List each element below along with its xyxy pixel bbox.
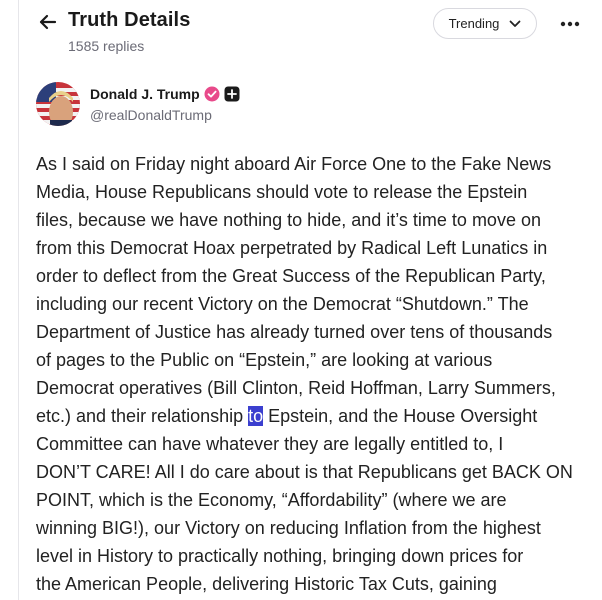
author-handle[interactable]: @realDonaldTrump <box>90 107 212 123</box>
page-header: Truth Details 1585 replies Trending <box>0 0 602 66</box>
post-line: POINT, which is the Economy, “Affordabil… <box>36 490 507 510</box>
post-line: DON’T CARE! All I do care about is that … <box>36 462 573 482</box>
more-horizontal-icon <box>560 21 580 27</box>
verified-badge-icon <box>204 86 220 102</box>
back-button[interactable] <box>36 10 60 34</box>
sort-dropdown[interactable]: Trending <box>433 8 537 39</box>
post-line: including our recent Victory on the Demo… <box>36 294 529 314</box>
chevron-down-icon <box>510 20 521 27</box>
avatar[interactable] <box>36 82 80 126</box>
more-options-button[interactable] <box>556 12 584 36</box>
sort-label: Trending <box>448 16 500 31</box>
plus-square-icon <box>224 86 240 102</box>
post-line: level in History to practically nothing,… <box>36 546 524 566</box>
post-line: from this Democrat Hoax perpetrated by R… <box>36 238 548 258</box>
post-line: Committee can have whatever they are leg… <box>36 434 504 454</box>
post-line: files, because we have nothing to hide, … <box>36 210 541 230</box>
post-line: of pages to the Public on “Epstein,” are… <box>36 350 493 370</box>
post-line-with-selection: etc.) and their relationship to Epstein,… <box>36 402 596 430</box>
post-line: Democrat operatives (Bill Clinton, Reid … <box>36 378 556 398</box>
post-text: Epstein, and the House Oversight <box>263 406 538 426</box>
page-title: Truth Details <box>68 9 191 31</box>
reply-count: 1585 replies <box>68 38 145 54</box>
post-line: winning BIG!), our Victory on reducing I… <box>36 518 541 538</box>
follow-button[interactable] <box>224 86 240 102</box>
author-name[interactable]: Donald J. Trump <box>90 86 200 102</box>
post-line: Media, House Republicans should vote to … <box>36 182 528 202</box>
content-left-border <box>18 0 19 600</box>
post-line: the American People, delivering Historic… <box>36 574 497 594</box>
arrow-left-icon <box>39 14 57 30</box>
post-line: Department of Justice has already turned… <box>36 322 553 342</box>
post-line: order to deflect from the Great Success … <box>36 266 546 286</box>
selected-text: to <box>248 406 264 426</box>
post-line: As I said on Friday night aboard Air For… <box>36 154 552 174</box>
post-body: As I said on Friday night aboard Air For… <box>36 150 596 598</box>
post-text: etc.) and their relationship <box>36 406 249 426</box>
